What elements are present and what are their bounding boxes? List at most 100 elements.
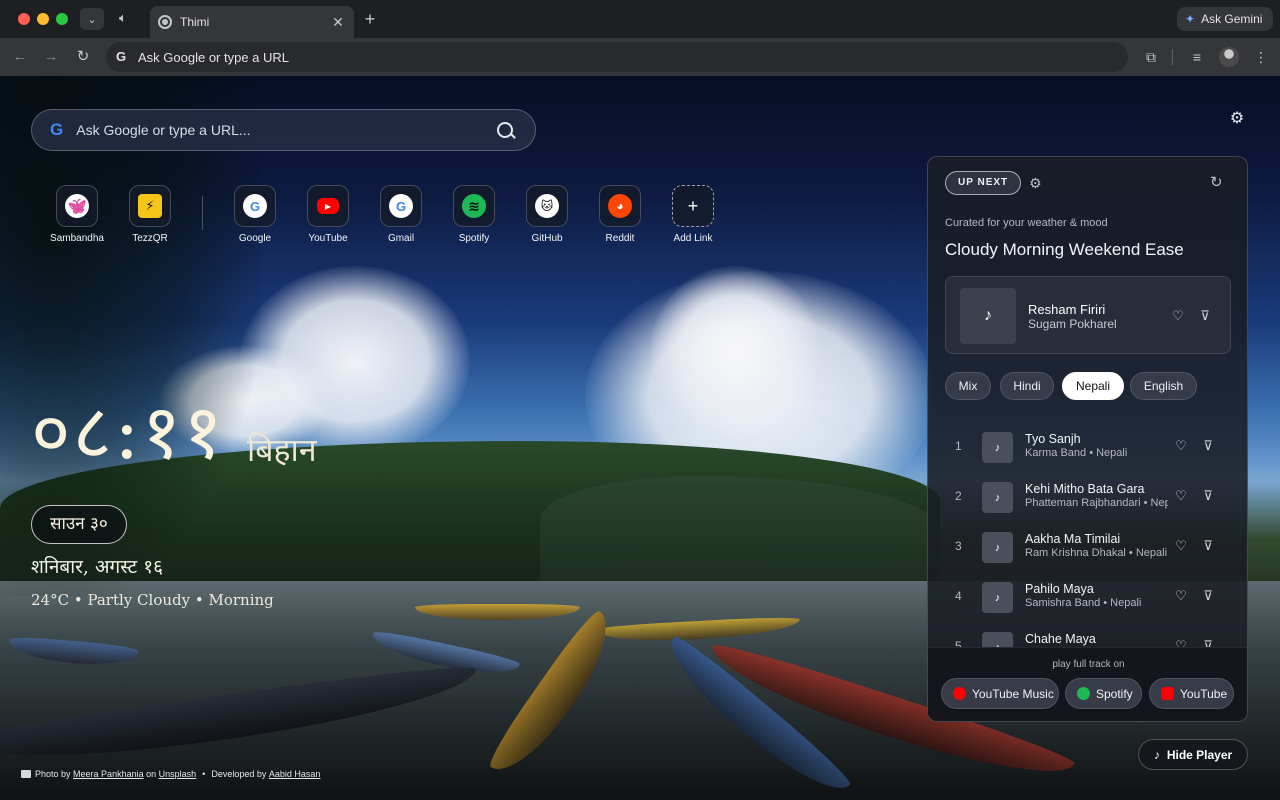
address-bar[interactable]: G Ask Google or type a URL bbox=[106, 42, 1128, 72]
github-icon: 🐱︎ bbox=[535, 194, 559, 218]
filter-chip-mix[interactable]: Mix bbox=[945, 372, 991, 400]
music-note-icon: ♪ bbox=[982, 482, 1013, 513]
search-box[interactable]: G bbox=[31, 109, 536, 151]
minimize-window-button[interactable] bbox=[37, 13, 49, 25]
shortcut-sambandha[interactable]: 🦋︎ Sambandha bbox=[40, 185, 114, 244]
track-number: 3 bbox=[955, 539, 962, 553]
player-settings-icon[interactable]: ⚙ bbox=[1029, 175, 1042, 192]
music-note-icon: ♪ bbox=[982, 582, 1013, 613]
track-title: Kehi Mitho Bata Gara bbox=[1025, 482, 1145, 496]
heart-icon[interactable]: ♡ bbox=[1173, 438, 1189, 454]
unsplash-link[interactable]: Unsplash bbox=[159, 769, 197, 779]
maximize-window-button[interactable] bbox=[56, 13, 68, 25]
clock-period: बिहान bbox=[247, 431, 317, 469]
track-number: 4 bbox=[955, 589, 962, 603]
heart-icon[interactable]: ♡ bbox=[1173, 488, 1189, 504]
shortcut-tile: 🐱︎ bbox=[526, 185, 568, 227]
tab-search-button[interactable]: ⌄ bbox=[80, 8, 104, 30]
developer-link[interactable]: Aabid Hasan bbox=[269, 769, 321, 779]
shortcut-google[interactable]: G Google bbox=[218, 185, 292, 244]
shortcut-label: Spotify bbox=[458, 233, 490, 244]
lightning-icon: ⚡︎ bbox=[138, 194, 162, 218]
curated-caption: Curated for your weather & mood bbox=[945, 217, 1108, 229]
chevron-down-icon: ⌄ bbox=[87, 13, 97, 26]
track-row[interactable]: 2 ♪ Kehi Mitho Bata Gara Phatteman Rajbh… bbox=[928, 472, 1247, 522]
now-playing-artist: Sugam Pokharel bbox=[1028, 317, 1117, 331]
more-menu-icon[interactable]: ⋮ bbox=[1251, 47, 1271, 67]
music-note-icon: ♪ bbox=[982, 532, 1013, 563]
search-icon[interactable] bbox=[497, 122, 513, 138]
track-list[interactable]: 1 ♪ Tyo Sanjh Karma Band • Nepali ♡ ⊽ 2 … bbox=[928, 422, 1247, 647]
filter-chip-nepali[interactable]: Nepali bbox=[1062, 372, 1124, 400]
play-full-caption: play full track on bbox=[1052, 659, 1125, 670]
track-row[interactable]: 1 ♪ Tyo Sanjh Karma Band • Nepali ♡ ⊽ bbox=[928, 422, 1247, 472]
back-button[interactable]: ← bbox=[10, 47, 30, 67]
shortcut-reddit[interactable]: ◕ Reddit bbox=[583, 185, 657, 244]
shortcut-label: TezzQR bbox=[132, 233, 168, 244]
youtube-icon: ▶ bbox=[317, 198, 339, 214]
refresh-icon[interactable]: ↻ bbox=[1210, 173, 1223, 191]
developer-prefix: Developed by bbox=[211, 769, 267, 779]
shortcut-tile: + bbox=[672, 185, 714, 227]
thumbs-down-icon[interactable]: ⊽ bbox=[1200, 488, 1216, 504]
track-meta: Phatteman Rajbhandari • Nepali bbox=[1025, 497, 1168, 509]
spotify-button[interactable]: Spotify bbox=[1065, 678, 1142, 709]
youtube-button[interactable]: YouTube bbox=[1149, 678, 1234, 709]
shortcut-tile: G bbox=[380, 185, 422, 227]
thumbs-down-icon[interactable]: ⊽ bbox=[1197, 308, 1213, 324]
reload-button[interactable]: ↻ bbox=[73, 47, 93, 67]
close-tab-icon[interactable]: ✕ bbox=[330, 14, 346, 30]
ask-gemini-label: Ask Gemini bbox=[1201, 12, 1263, 26]
shortcut-youtube[interactable]: ▶ YouTube bbox=[291, 185, 365, 244]
track-row[interactable]: 3 ♪ Aakha Ma Timilai Ram Krishna Dhakal … bbox=[928, 522, 1247, 572]
extensions-icon[interactable]: ⧉ bbox=[1141, 47, 1161, 67]
settings-gear-icon[interactable]: ⚙ bbox=[1228, 110, 1246, 128]
thumbs-down-icon[interactable]: ⊽ bbox=[1200, 538, 1216, 554]
thumbs-down-icon[interactable]: ⊽ bbox=[1200, 638, 1216, 647]
forward-button[interactable]: → bbox=[41, 47, 61, 67]
hide-player-button[interactable]: ♪ Hide Player bbox=[1138, 739, 1248, 770]
track-title: Pahilo Maya bbox=[1025, 582, 1094, 596]
shortcut-tile: 🦋︎ bbox=[56, 185, 98, 227]
track-row[interactable]: 4 ♪ Pahilo Maya Samishra Band • Nepali ♡… bbox=[928, 572, 1247, 622]
new-tab-button[interactable]: + bbox=[360, 9, 380, 29]
close-window-button[interactable] bbox=[18, 13, 30, 25]
shortcut-spotify[interactable]: ≋ Spotify bbox=[437, 185, 511, 244]
track-number: 5 bbox=[955, 639, 962, 647]
track-title: Tyo Sanjh bbox=[1025, 432, 1081, 446]
youtube-music-button[interactable]: YouTube Music bbox=[941, 678, 1059, 709]
filter-chip-hindi[interactable]: Hindi bbox=[1000, 372, 1054, 400]
reddit-icon: ◕ bbox=[608, 194, 632, 218]
thumbs-down-icon[interactable]: ⊽ bbox=[1200, 438, 1216, 454]
heart-icon[interactable]: ♡ bbox=[1173, 638, 1189, 647]
shortcut-add-link[interactable]: + Add Link bbox=[656, 185, 730, 244]
ask-gemini-button[interactable]: ✦ Ask Gemini bbox=[1177, 7, 1273, 31]
filter-chip-english[interactable]: English bbox=[1130, 372, 1197, 400]
heart-icon[interactable]: ♡ bbox=[1173, 588, 1189, 604]
browser-tab[interactable]: Thimi ✕ bbox=[150, 6, 354, 38]
track-row[interactable]: 5 ♪ Chahe Maya ♡ ⊽ bbox=[928, 622, 1247, 647]
heart-icon[interactable]: ♡ bbox=[1170, 308, 1186, 324]
plus-icon: + bbox=[687, 195, 699, 216]
nepali-date-badge[interactable]: साउन ३० bbox=[31, 505, 127, 544]
now-playing-card[interactable]: ♪ Resham Firiri Sugam Pokharel ♡ ⊽ bbox=[945, 276, 1231, 354]
music-player-panel: UP NEXT ⚙ ↻ Curated for your weather & m… bbox=[927, 156, 1248, 722]
weather-line: 24°C • Partly Cloudy • Morning bbox=[31, 591, 274, 609]
up-next-badge[interactable]: UP NEXT bbox=[945, 171, 1022, 195]
thumbs-down-icon[interactable]: ⊽ bbox=[1200, 588, 1216, 604]
shortcut-github[interactable]: 🐱︎ GitHub bbox=[510, 185, 584, 244]
gemini-icon: ✦ bbox=[1185, 12, 1196, 26]
music-note-icon: ♪ bbox=[960, 288, 1016, 344]
media-controls-icon[interactable]: ≡ bbox=[1187, 47, 1207, 67]
profile-avatar[interactable] bbox=[1219, 47, 1239, 67]
player-footer: play full track on YouTube Music Spotify… bbox=[928, 647, 1247, 721]
photo-credits: Photo by Meera Pankhania on Unsplash • D… bbox=[21, 769, 320, 779]
shortcut-tezzqr[interactable]: ⚡︎ TezzQR bbox=[113, 185, 187, 244]
credit-on: on bbox=[146, 769, 157, 779]
clock-time: ०८:११ bbox=[31, 387, 225, 476]
search-input[interactable] bbox=[76, 122, 497, 138]
photographer-link[interactable]: Meera Pankhania bbox=[73, 769, 144, 779]
heart-icon[interactable]: ♡ bbox=[1173, 538, 1189, 554]
shortcut-gmail[interactable]: G Gmail bbox=[364, 185, 438, 244]
speaker-icon[interactable]: 🔈︎ bbox=[119, 10, 137, 28]
